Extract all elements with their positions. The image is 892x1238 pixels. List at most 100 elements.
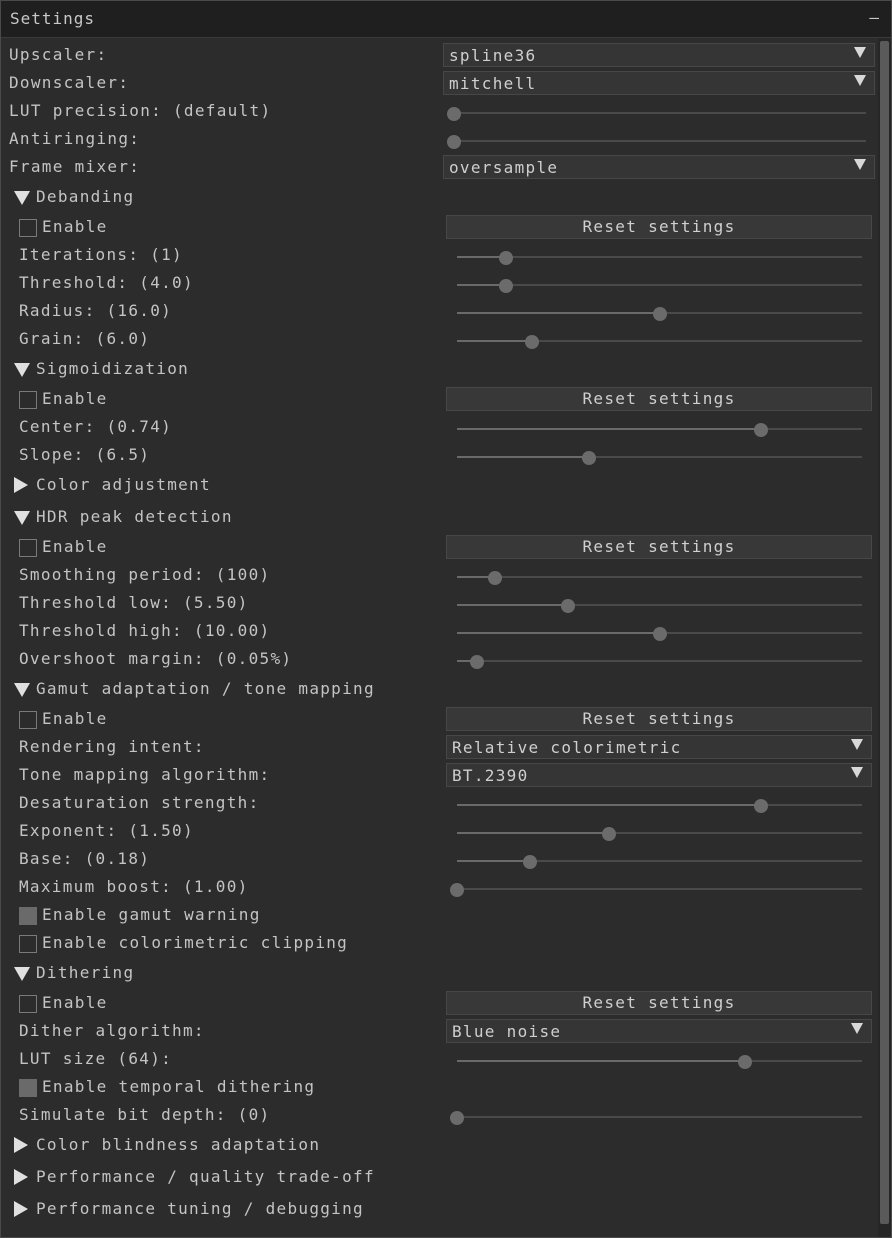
slope-slider[interactable] bbox=[457, 448, 862, 466]
slider-track[interactable] bbox=[457, 1116, 862, 1118]
triangle-right-icon bbox=[14, 1169, 28, 1185]
bit-depth-slider[interactable] bbox=[450, 1108, 862, 1126]
gamut-warning-checkbox[interactable] bbox=[19, 907, 37, 925]
threshold-high-slider[interactable] bbox=[457, 624, 862, 642]
slider-knob[interactable] bbox=[737, 1055, 752, 1069]
desaturation-slider[interactable] bbox=[457, 796, 862, 814]
antiringing-slider[interactable] bbox=[447, 132, 866, 150]
slider-knob[interactable] bbox=[450, 883, 464, 897]
slider-knob[interactable] bbox=[753, 423, 768, 437]
dithering-enable-label: Enable bbox=[42, 993, 108, 1012]
slider-track[interactable] bbox=[454, 140, 866, 142]
slider-track[interactable] bbox=[457, 660, 862, 662]
settings-content: Upscaler: spline36 Downscaler: mitchell … bbox=[1, 38, 891, 1237]
slider-track[interactable] bbox=[457, 256, 862, 258]
chevron-down-icon bbox=[854, 159, 866, 170]
debanding-enable-checkbox[interactable] bbox=[19, 219, 37, 237]
triangle-down-icon bbox=[14, 363, 30, 377]
performance-tuning-header[interactable]: Performance tuning / debugging bbox=[36, 1199, 364, 1219]
hdr-reset-button[interactable]: Reset settings bbox=[446, 535, 872, 559]
downscaler-value: mitchell bbox=[449, 74, 537, 93]
title-bar[interactable]: Settings – bbox=[1, 1, 891, 38]
slider-knob[interactable] bbox=[498, 279, 513, 293]
downscaler-select[interactable]: mitchell bbox=[443, 71, 875, 95]
grain-slider[interactable] bbox=[457, 332, 862, 350]
gamut-reset-button[interactable]: Reset settings bbox=[446, 707, 872, 731]
tone-mapping-select[interactable]: BT.2390 bbox=[446, 763, 872, 787]
slider-knob[interactable] bbox=[488, 571, 503, 585]
dither-algorithm-label: Dither algorithm: bbox=[19, 1021, 205, 1040]
downscaler-label: Downscaler: bbox=[9, 73, 130, 92]
hdr-enable-checkbox[interactable] bbox=[19, 539, 37, 557]
lut-size-slider[interactable] bbox=[457, 1052, 862, 1070]
gamut-header[interactable]: Gamut adaptation / tone mapping bbox=[36, 679, 375, 699]
triangle-down-icon bbox=[14, 511, 30, 525]
scrollbar-thumb[interactable] bbox=[880, 41, 889, 1224]
boost-label: Maximum boost: (1.00) bbox=[19, 877, 249, 896]
dither-algorithm-select[interactable]: Blue noise bbox=[446, 1019, 872, 1043]
threshold-low-slider[interactable] bbox=[457, 596, 862, 614]
frame-mixer-value: oversample bbox=[449, 158, 559, 177]
slider-track[interactable] bbox=[457, 576, 862, 578]
sigmoidization-header[interactable]: Sigmoidization bbox=[36, 359, 189, 379]
slider-knob[interactable] bbox=[447, 135, 461, 149]
radius-slider[interactable] bbox=[457, 304, 862, 322]
frame-mixer-select[interactable]: oversample bbox=[443, 155, 875, 179]
lut-size-label: LUT size (64): bbox=[19, 1049, 173, 1068]
center-label: Center: (0.74) bbox=[19, 417, 173, 436]
base-slider[interactable] bbox=[457, 852, 862, 870]
boost-slider[interactable] bbox=[450, 880, 862, 898]
slider-knob[interactable] bbox=[581, 451, 596, 465]
smoothing-slider[interactable] bbox=[457, 568, 862, 586]
gamut-enable-checkbox[interactable] bbox=[19, 711, 37, 729]
sigmoid-enable-checkbox[interactable] bbox=[19, 391, 37, 409]
chevron-down-icon bbox=[851, 1023, 863, 1034]
iterations-slider[interactable] bbox=[457, 248, 862, 266]
settings-window: Settings – Upscaler: spline36 Downscaler… bbox=[0, 0, 892, 1238]
slider-knob[interactable] bbox=[450, 1111, 464, 1125]
grain-label: Grain: (6.0) bbox=[19, 329, 151, 348]
minimize-button[interactable]: – bbox=[869, 8, 879, 27]
hdr-header[interactable]: HDR peak detection bbox=[36, 507, 233, 527]
threshold-slider[interactable] bbox=[457, 276, 862, 294]
slider-track[interactable] bbox=[457, 284, 862, 286]
tone-mapping-value: BT.2390 bbox=[452, 766, 529, 785]
center-slider[interactable] bbox=[457, 420, 862, 438]
slider-fill bbox=[457, 456, 589, 458]
slider-knob[interactable] bbox=[524, 335, 539, 349]
threshold-low-label: Threshold low: (5.50) bbox=[19, 593, 249, 612]
slider-knob[interactable] bbox=[652, 627, 667, 641]
color-blindness-header[interactable]: Color blindness adaptation bbox=[36, 1135, 320, 1155]
slider-knob[interactable] bbox=[652, 307, 667, 321]
lut-precision-slider[interactable] bbox=[447, 104, 866, 122]
slider-knob[interactable] bbox=[498, 251, 513, 265]
exponent-slider[interactable] bbox=[457, 824, 862, 842]
temporal-dithering-checkbox[interactable] bbox=[19, 1079, 37, 1097]
chevron-down-icon bbox=[851, 739, 863, 750]
slider-knob[interactable] bbox=[447, 107, 461, 121]
dithering-header[interactable]: Dithering bbox=[36, 963, 134, 983]
upscaler-select[interactable]: spline36 bbox=[443, 43, 875, 67]
performance-quality-header[interactable]: Performance / quality trade-off bbox=[36, 1167, 375, 1187]
exponent-label: Exponent: (1.50) bbox=[19, 821, 194, 840]
colorimetric-clipping-checkbox[interactable] bbox=[19, 935, 37, 953]
debanding-reset-button[interactable]: Reset settings bbox=[446, 215, 872, 239]
overshoot-slider[interactable] bbox=[457, 652, 862, 670]
sigmoid-reset-button[interactable]: Reset settings bbox=[446, 387, 872, 411]
slider-knob[interactable] bbox=[601, 827, 616, 841]
dithering-reset-button[interactable]: Reset settings bbox=[446, 991, 872, 1015]
debanding-header[interactable]: Debanding bbox=[36, 187, 134, 207]
dithering-enable-checkbox[interactable] bbox=[19, 995, 37, 1013]
slider-track[interactable] bbox=[454, 112, 866, 114]
rendering-intent-label: Rendering intent: bbox=[19, 737, 205, 756]
vertical-scrollbar[interactable] bbox=[878, 38, 891, 1237]
slider-knob[interactable] bbox=[522, 855, 537, 869]
smoothing-label: Smoothing period: (100) bbox=[19, 565, 271, 584]
slider-knob[interactable] bbox=[470, 655, 485, 669]
slider-track[interactable] bbox=[457, 888, 862, 890]
rendering-intent-select[interactable]: Relative colorimetric bbox=[446, 735, 872, 759]
slider-knob[interactable] bbox=[561, 599, 576, 613]
slider-knob[interactable] bbox=[753, 799, 768, 813]
color-adjustment-header[interactable]: Color adjustment bbox=[36, 475, 211, 495]
lut-precision-label: LUT precision: (default) bbox=[9, 101, 272, 120]
